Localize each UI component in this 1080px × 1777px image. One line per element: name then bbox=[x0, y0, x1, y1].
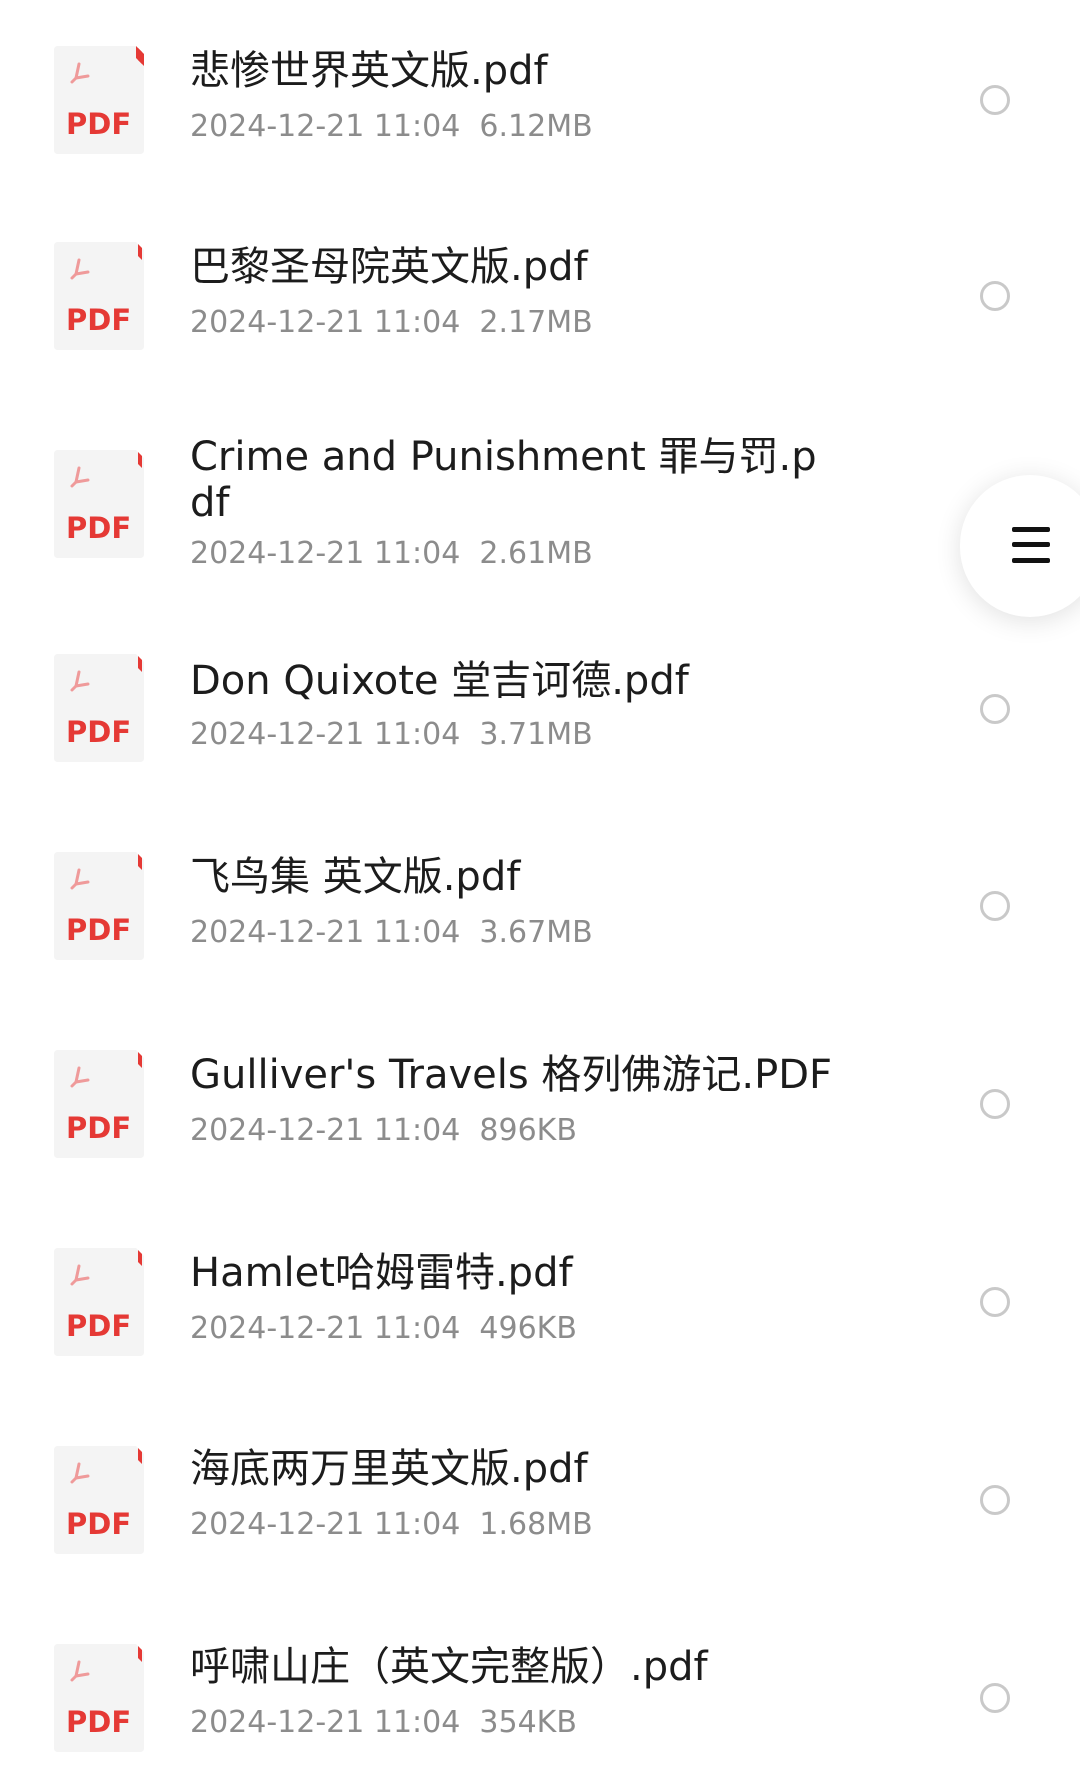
file-name: Hamlet哈姆雷特.pdf bbox=[190, 1250, 573, 1296]
file-meta: 2024-12-21 11:04 2.17MB bbox=[190, 306, 593, 340]
file-date: 2024-12-21 11:04 bbox=[190, 1705, 461, 1740]
pdf-icon-label: PDF bbox=[66, 1111, 131, 1145]
file-meta: 2024-12-21 11:04 354KB bbox=[190, 1706, 577, 1740]
select-radio[interactable] bbox=[980, 891, 1010, 921]
file-size: 496KB bbox=[479, 1311, 577, 1346]
file-size: 2.61MB bbox=[479, 536, 593, 571]
file-name: 呼啸山庄（英文完整版）.pdf bbox=[190, 1644, 708, 1690]
file-meta: 2024-12-21 11:04 496KB bbox=[190, 1312, 577, 1346]
file-date: 2024-12-21 11:04 bbox=[190, 1311, 461, 1346]
select-radio[interactable] bbox=[980, 85, 1010, 115]
file-meta: 2024-12-21 11:04 3.71MB bbox=[190, 718, 593, 752]
select-radio[interactable] bbox=[980, 1089, 1010, 1119]
file-name: 海底两万里英文版.pdf bbox=[190, 1446, 588, 1492]
menu-icon bbox=[1012, 527, 1050, 563]
file-name: 巴黎圣母院英文版.pdf bbox=[190, 244, 588, 290]
file-size: 3.67MB bbox=[479, 915, 593, 950]
file-size: 354KB bbox=[479, 1705, 577, 1740]
file-row[interactable]: PDF Don Quixote 堂吉诃德.pdf 2024-12-21 11:0… bbox=[0, 632, 1080, 828]
file-list: PDF 悲惨世界英文版.pdf 2024-12-21 11:04 6.12MB … bbox=[0, 0, 1080, 1777]
file-size: 6.12MB bbox=[479, 109, 593, 144]
pdf-file-icon: PDF bbox=[54, 852, 144, 960]
file-meta: 2024-12-21 11:04 6.12MB bbox=[190, 110, 593, 144]
pdf-icon-label: PDF bbox=[66, 107, 131, 141]
file-meta: 2024-12-21 11:04 896KB bbox=[190, 1114, 577, 1148]
file-date: 2024-12-21 11:04 bbox=[190, 109, 461, 144]
pdf-icon-label: PDF bbox=[66, 1507, 131, 1541]
file-date: 2024-12-21 11:04 bbox=[190, 1507, 461, 1542]
file-row[interactable]: PDF Crime and Punishment 罪与罚.pdf 2024-12… bbox=[0, 392, 1080, 632]
pdf-icon-label: PDF bbox=[66, 303, 131, 337]
file-date: 2024-12-21 11:04 bbox=[190, 305, 461, 340]
pdf-file-icon: PDF bbox=[54, 1050, 144, 1158]
file-size: 3.71MB bbox=[479, 717, 593, 752]
pdf-file-icon: PDF bbox=[54, 654, 144, 762]
pdf-icon-label: PDF bbox=[66, 1705, 131, 1739]
file-meta: 2024-12-21 11:04 2.61MB bbox=[190, 537, 593, 571]
file-row[interactable]: PDF 呼啸山庄（英文完整版）.pdf 2024-12-21 11:04 354… bbox=[0, 1612, 1080, 1777]
pdf-icon-label: PDF bbox=[66, 511, 131, 545]
file-row[interactable]: PDF 悲惨世界英文版.pdf 2024-12-21 11:04 6.12MB bbox=[0, 0, 1080, 196]
select-radio[interactable] bbox=[980, 1287, 1010, 1317]
file-date: 2024-12-21 11:04 bbox=[190, 1113, 461, 1148]
pdf-file-icon: PDF bbox=[54, 46, 144, 154]
file-row[interactable]: PDF 海底两万里英文版.pdf 2024-12-21 11:04 1.68MB bbox=[0, 1416, 1080, 1612]
file-size: 896KB bbox=[479, 1113, 577, 1148]
file-name: Don Quixote 堂吉诃德.pdf bbox=[190, 658, 689, 704]
file-date: 2024-12-21 11:04 bbox=[190, 915, 461, 950]
file-date: 2024-12-21 11:04 bbox=[190, 717, 461, 752]
file-size: 1.68MB bbox=[479, 1507, 593, 1542]
file-row[interactable]: PDF Gulliver's Travels 格列佛游记.PDF 2024-12… bbox=[0, 1024, 1080, 1220]
file-row[interactable]: PDF Hamlet哈姆雷特.pdf 2024-12-21 11:04 496K… bbox=[0, 1220, 1080, 1416]
pdf-icon-label: PDF bbox=[66, 913, 131, 947]
pdf-file-icon: PDF bbox=[54, 242, 144, 350]
pdf-file-icon: PDF bbox=[54, 1248, 144, 1356]
file-meta: 2024-12-21 11:04 3.67MB bbox=[190, 916, 593, 950]
file-name: Crime and Punishment 罪与罚.pdf bbox=[190, 434, 817, 526]
select-radio[interactable] bbox=[980, 1683, 1010, 1713]
pdf-file-icon: PDF bbox=[54, 1446, 144, 1554]
select-radio[interactable] bbox=[980, 1485, 1010, 1515]
file-size: 2.17MB bbox=[479, 305, 593, 340]
pdf-file-icon: PDF bbox=[54, 1644, 144, 1752]
file-meta: 2024-12-21 11:04 1.68MB bbox=[190, 1508, 593, 1542]
file-date: 2024-12-21 11:04 bbox=[190, 536, 461, 571]
file-name: 飞鸟集 英文版.pdf bbox=[190, 854, 521, 900]
pdf-file-icon: PDF bbox=[54, 450, 144, 558]
file-row[interactable]: PDF 巴黎圣母院英文版.pdf 2024-12-21 11:04 2.17MB bbox=[0, 196, 1080, 392]
select-radio[interactable] bbox=[980, 694, 1010, 724]
pdf-icon-label: PDF bbox=[66, 1309, 131, 1343]
pdf-icon-label: PDF bbox=[66, 715, 131, 749]
file-name: Gulliver's Travels 格列佛游记.PDF bbox=[190, 1052, 833, 1098]
select-radio[interactable] bbox=[980, 281, 1010, 311]
file-row[interactable]: PDF 飞鸟集 英文版.pdf 2024-12-21 11:04 3.67MB bbox=[0, 828, 1080, 1024]
file-name: 悲惨世界英文版.pdf bbox=[190, 48, 548, 94]
